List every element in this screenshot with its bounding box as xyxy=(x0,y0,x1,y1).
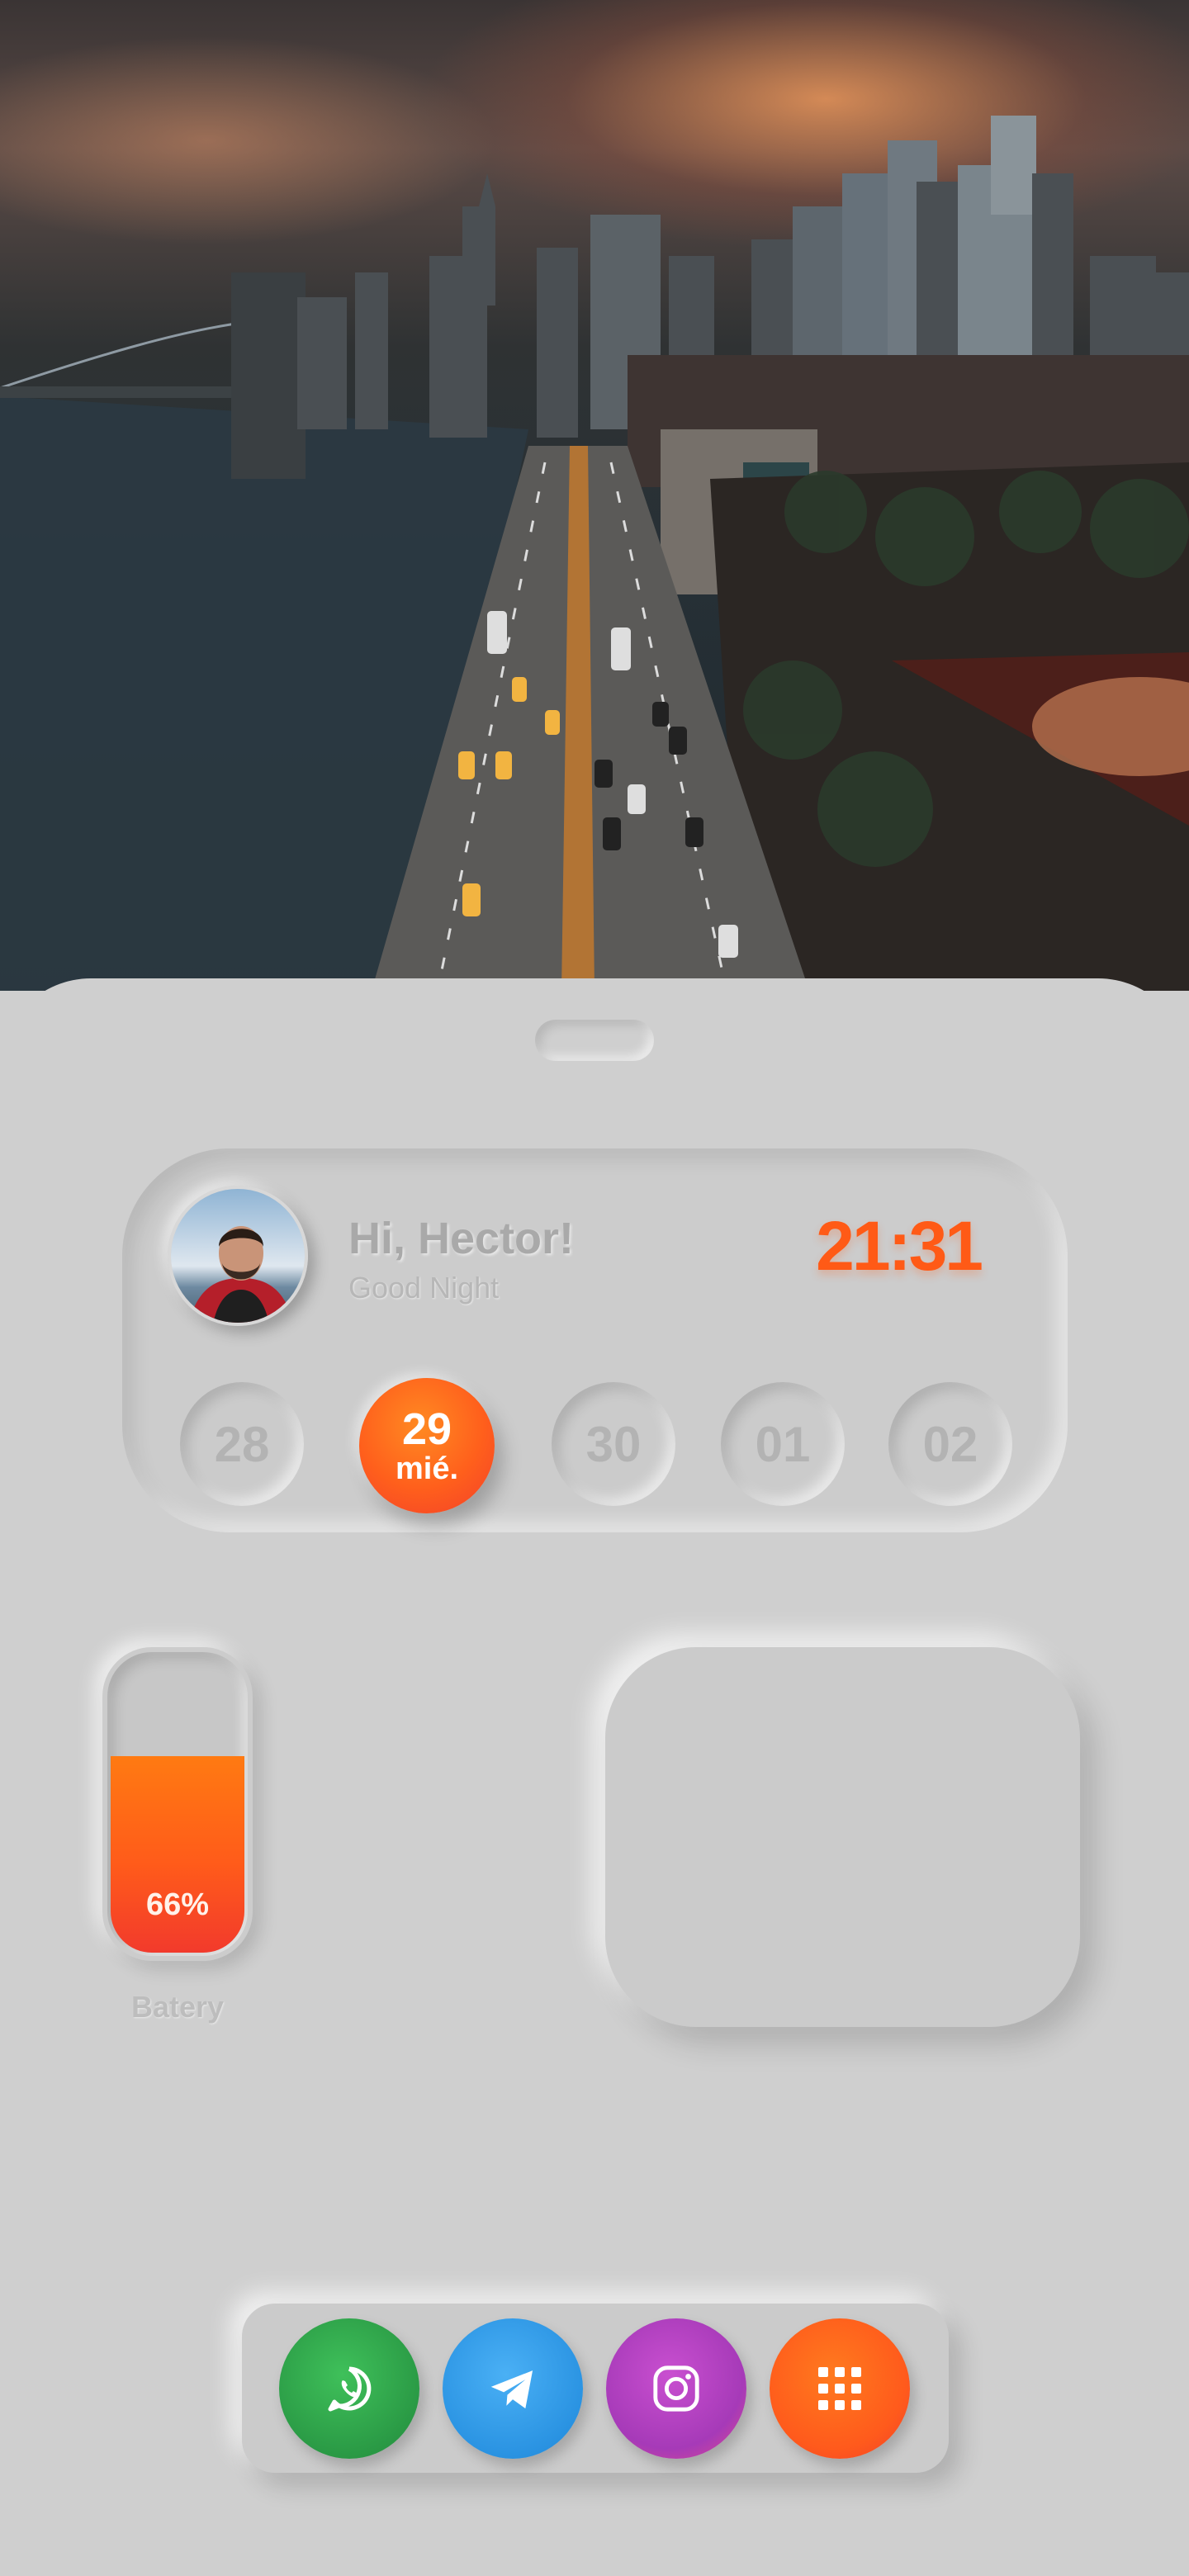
date-day: 02 xyxy=(922,1416,978,1472)
greeting-card: Hi, Hector! Good Night 21:31 28 29 mié. … xyxy=(122,1148,1068,1532)
telegram-icon xyxy=(490,2370,533,2409)
instagram-icon xyxy=(653,2365,699,2412)
drag-handle[interactable] xyxy=(535,1020,654,1061)
date-chip[interactable]: 30 xyxy=(552,1382,675,1506)
battery-widget[interactable]: 66% xyxy=(102,1647,253,1961)
battery-track: 66% xyxy=(107,1652,248,1956)
date-chip-selected[interactable]: 29 mié. xyxy=(359,1378,495,1513)
date-day: 30 xyxy=(585,1416,642,1472)
telegram-app-button[interactable] xyxy=(443,2318,583,2459)
widget-panel: Hi, Hector! Good Night 21:31 28 29 mié. … xyxy=(0,978,1189,2576)
greeting-title: Hi, Hector! xyxy=(348,1214,575,1263)
greeting-subtitle: Good Night xyxy=(348,1271,500,1305)
app-drawer-button[interactable] xyxy=(770,2318,910,2459)
clock-time: 21:31 xyxy=(816,1207,983,1285)
date-chip[interactable]: 01 xyxy=(721,1382,845,1506)
battery-percent: 66% xyxy=(145,1887,210,1922)
whatsapp-icon xyxy=(328,2366,372,2412)
avatar[interactable] xyxy=(168,1186,308,1326)
app-dock xyxy=(242,2304,949,2473)
profile-photo xyxy=(171,1189,305,1323)
date-chip[interactable]: 02 xyxy=(888,1382,1012,1506)
date-weekday: mié. xyxy=(395,1451,459,1486)
wallpaper-image xyxy=(0,0,1189,991)
date-day: 01 xyxy=(755,1416,811,1472)
battery-label: Batery xyxy=(130,1990,225,2024)
date-day: 29 xyxy=(401,1404,452,1454)
empty-widget[interactable] xyxy=(605,1647,1080,2027)
date-day: 28 xyxy=(214,1416,270,1472)
whatsapp-app-button[interactable] xyxy=(279,2318,419,2459)
date-chip[interactable]: 28 xyxy=(180,1382,304,1506)
instagram-app-button[interactable] xyxy=(606,2318,746,2459)
grid-icon xyxy=(818,2367,861,2410)
battery-level-fill xyxy=(111,1756,244,1953)
